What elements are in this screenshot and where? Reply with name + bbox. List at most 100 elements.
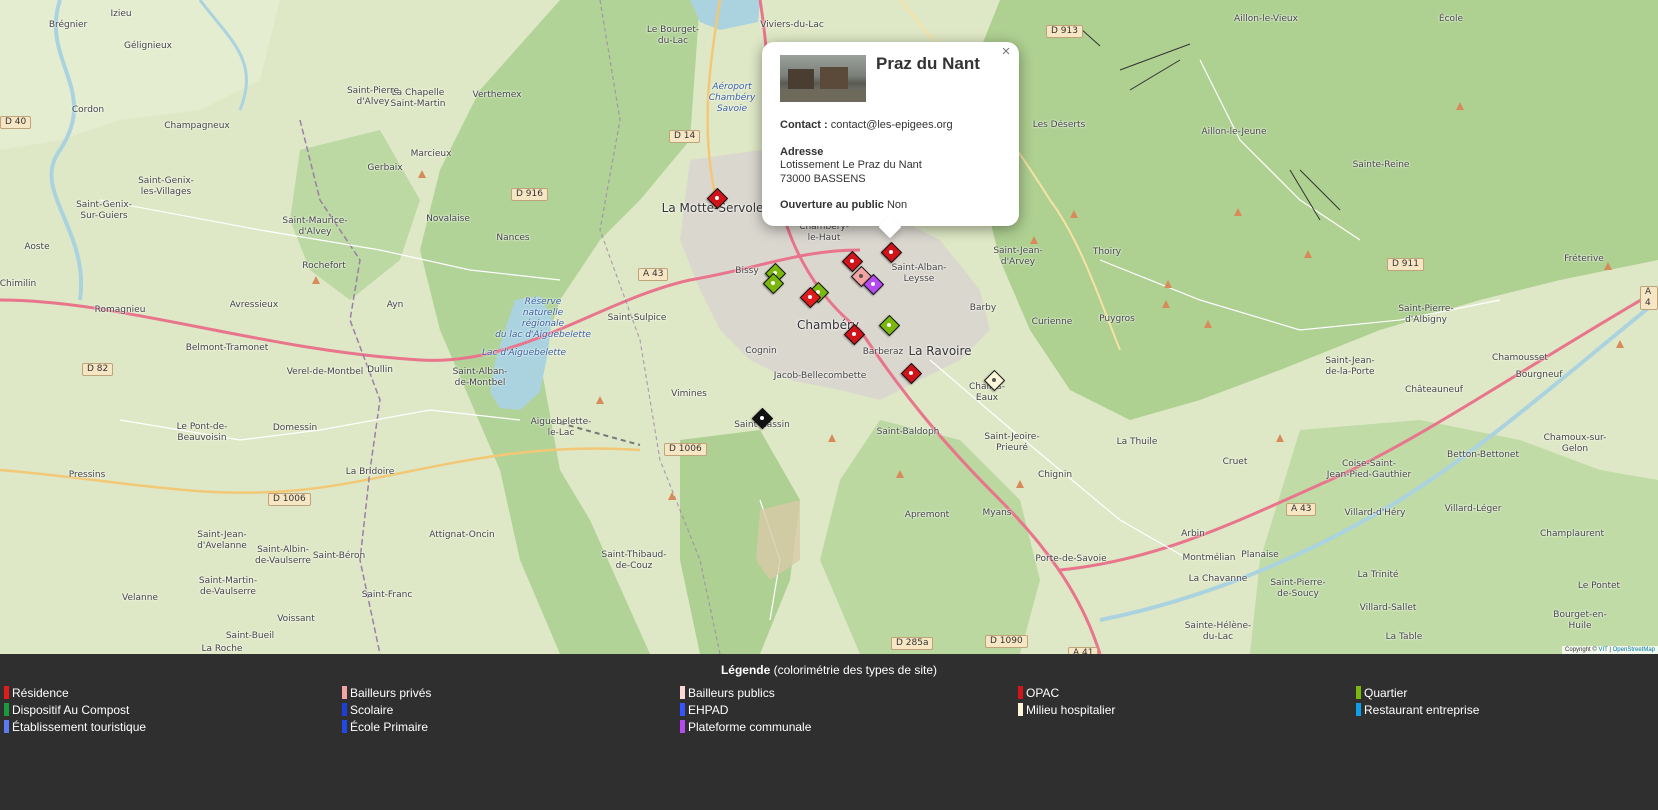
contact-label: Contact : bbox=[780, 119, 828, 131]
legend-label: Restaurant entreprise bbox=[1364, 703, 1480, 717]
place-label: Nances bbox=[496, 233, 530, 243]
legend-swatch bbox=[680, 686, 685, 699]
legend-label: Résidence bbox=[12, 686, 69, 700]
legend-title-rest: (colorimétrie des types de site) bbox=[770, 663, 938, 677]
place-label: La Table bbox=[1385, 632, 1423, 642]
place-label: Saint-Thibaud-de-Couz bbox=[601, 550, 667, 571]
place-label: Les Déserts bbox=[1032, 120, 1086, 130]
marker-dot-icon bbox=[992, 378, 996, 382]
address-label: Adresse bbox=[780, 145, 824, 158]
place-label: Gerbaix bbox=[367, 163, 403, 173]
site-marker[interactable] bbox=[862, 273, 885, 296]
place-label: Saint-Bueil bbox=[225, 631, 275, 641]
place-label: Barberaz bbox=[862, 347, 904, 357]
legend-label: Plateforme communale bbox=[688, 720, 812, 734]
site-marker[interactable] bbox=[843, 323, 866, 346]
road-number-badge: D 913 bbox=[1046, 25, 1083, 38]
marker-dot-icon bbox=[852, 332, 856, 336]
place-label: Saint-Pierre d'Alvey bbox=[346, 86, 400, 107]
place-label: Apremont bbox=[904, 510, 950, 520]
place-label: Coise-Saint- Jean-Pied-Gauthier bbox=[1326, 459, 1412, 480]
site-marker[interactable] bbox=[751, 407, 774, 430]
road-number-badge: D 916 bbox=[511, 188, 548, 201]
place-label: Chimilin bbox=[0, 279, 37, 289]
place-label: Chamousset bbox=[1492, 353, 1548, 363]
place-label: Verel-de-Montbel bbox=[286, 367, 364, 377]
place-label: Saint-Alban- Leysse bbox=[891, 263, 947, 284]
legend-item: École Primaire bbox=[342, 719, 428, 735]
place-label: Porte-de-Savoie bbox=[1035, 554, 1107, 564]
site-popup: × Praz du Nant Contact : contact@les-epi… bbox=[762, 42, 1019, 239]
legend-item: Scolaire bbox=[342, 702, 393, 718]
legend-item: OPAC bbox=[1018, 685, 1059, 701]
site-marker[interactable] bbox=[880, 241, 903, 264]
legend-label: Bailleurs privés bbox=[350, 686, 432, 700]
place-label: Saint-Martin-de-Vaulserre bbox=[198, 576, 258, 597]
contact-email[interactable]: contact@les-epigees.org bbox=[831, 119, 953, 131]
place-label: Cognin bbox=[745, 346, 777, 356]
road-number-badge: D 14 bbox=[669, 130, 701, 143]
place-label: Villard-d'Héry bbox=[1344, 508, 1406, 518]
marker-dot-icon bbox=[850, 259, 854, 263]
site-marker[interactable] bbox=[706, 187, 729, 210]
place-label: Saint-Genix- Sur-Guiers bbox=[76, 200, 132, 221]
map-view[interactable]: Brégnier Izieu Gélignieux La Chapelle Saint-… bbox=[0, 0, 1658, 654]
place-label: Sainte-Hélène-du-Lac bbox=[1184, 621, 1252, 642]
site-marker[interactable] bbox=[878, 314, 901, 337]
place-label: Châteauneuf bbox=[1405, 385, 1463, 395]
legend-swatch bbox=[342, 703, 347, 716]
place-label: Saint-Jean-d'Arvey bbox=[993, 246, 1043, 267]
attribution-link-vit[interactable]: VIT bbox=[1599, 647, 1608, 653]
place-label: Saint-Jean-d'Avelanne bbox=[197, 530, 247, 551]
legend-panel: Légende (colorimétrie des types de site)… bbox=[0, 654, 1658, 810]
place-label: Le Bourget-du-Lac bbox=[646, 25, 700, 46]
place-label: Villard-Léger bbox=[1444, 504, 1502, 514]
place-label: Aoste bbox=[24, 242, 50, 252]
place-label: Cruet bbox=[1222, 457, 1248, 467]
place-label: Vimines bbox=[671, 389, 707, 399]
legend-label: Bailleurs publics bbox=[688, 686, 775, 700]
legend-label: Quartier bbox=[1364, 686, 1408, 700]
place-label: Aiguebelette-le-Lac bbox=[530, 417, 592, 438]
legend-item: Quartier bbox=[1356, 685, 1407, 701]
popup-content: Contact : contact@les-epigees.org Adress… bbox=[780, 119, 1005, 226]
place-label: Dullin bbox=[367, 365, 393, 375]
place-label: Chignin bbox=[1037, 470, 1073, 480]
legend-swatch bbox=[342, 686, 347, 699]
place-label: Bourgneuf bbox=[1515, 370, 1563, 380]
legend-swatch bbox=[4, 703, 9, 716]
place-label: Myans bbox=[982, 508, 1012, 518]
road-number-badge: D 1006 bbox=[268, 493, 311, 506]
marker-dot-icon bbox=[871, 282, 875, 286]
legend-swatch bbox=[1018, 686, 1023, 699]
legend-swatch bbox=[342, 720, 347, 733]
place-label: Pressins bbox=[68, 470, 106, 480]
site-marker[interactable] bbox=[900, 362, 923, 385]
legend-swatch bbox=[4, 720, 9, 733]
place-label: Saint-Franc bbox=[361, 590, 413, 600]
site-marker[interactable] bbox=[983, 369, 1006, 392]
legend-swatch bbox=[1018, 703, 1023, 716]
place-label: Thoiry bbox=[1092, 247, 1122, 257]
site-marker[interactable] bbox=[799, 286, 822, 309]
public-access-value: Non bbox=[886, 199, 908, 211]
legend-item: Milieu hospitalier bbox=[1018, 702, 1115, 718]
place-label: Puygros bbox=[1099, 314, 1135, 324]
legend-swatch bbox=[4, 686, 9, 699]
legend-item: Dispositif Au Compost bbox=[4, 702, 129, 718]
legend-swatch bbox=[1356, 686, 1361, 699]
road-number-badge: D 40 bbox=[0, 116, 32, 129]
site-marker[interactable] bbox=[762, 272, 785, 295]
attribution-link-osm[interactable]: OpenStreetMap bbox=[1613, 647, 1655, 653]
place-label: Rochefort bbox=[302, 261, 346, 271]
place-label: Brégnier bbox=[48, 20, 88, 30]
place-label: Avressieux bbox=[229, 300, 279, 310]
place-label: Saint-Pierre-de-Soucy bbox=[1270, 578, 1326, 599]
legend-label: Milieu hospitalier bbox=[1026, 703, 1116, 717]
legend-swatch bbox=[680, 720, 685, 733]
marker-dot-icon bbox=[909, 371, 913, 375]
legend-label: Scolaire bbox=[350, 703, 394, 717]
marker-dot-icon bbox=[889, 250, 893, 254]
close-icon[interactable]: × bbox=[998, 44, 1014, 60]
place-label: La Ravoire bbox=[908, 344, 972, 358]
